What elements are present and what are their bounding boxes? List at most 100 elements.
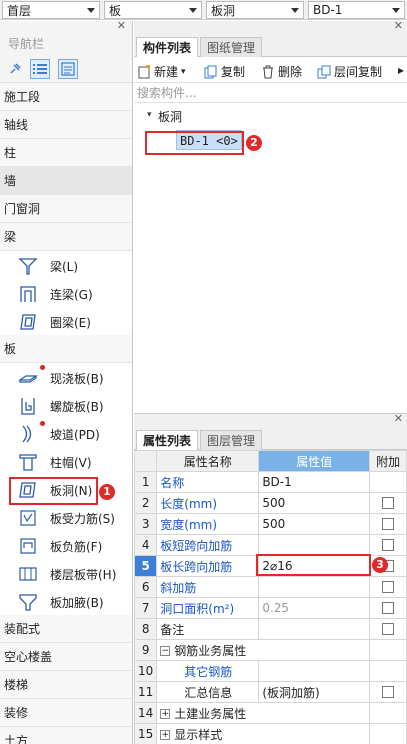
search-input[interactable]: 搜索构件... (134, 83, 407, 103)
property-value[interactable]: 500 (258, 513, 371, 535)
tree-root[interactable]: 板洞 (158, 108, 182, 125)
header-index (133, 450, 158, 472)
nav-toolbar (0, 55, 132, 83)
nav-item-slab-rebar[interactable]: 板受力筋(S) (0, 503, 132, 531)
property-row[interactable]: 2 长度(mm) 500 (133, 492, 407, 514)
nav-item-beam[interactable]: 梁(L) (0, 251, 132, 279)
nav-category[interactable]: 土方 (0, 727, 132, 744)
type-select[interactable]: 板洞 (206, 1, 304, 19)
close-icon[interactable]: ✕ (394, 412, 403, 425)
component-tabs: 构件列表 图纸管理 (134, 35, 407, 57)
component-select-value: BD-1 (313, 3, 343, 17)
property-value[interactable] (258, 576, 371, 598)
nav-item-ramp[interactable]: 坡道(PD) (0, 419, 132, 447)
nav-item-spiral-slab[interactable]: 螺旋板(B) (0, 391, 132, 419)
expand-icon[interactable]: + (160, 730, 171, 740)
property-row[interactable]: 8 备注 (133, 618, 407, 640)
checkbox[interactable] (382, 686, 395, 698)
expand-icon[interactable]: + (160, 709, 171, 719)
navigation-panel: ✕ 导航栏 施工段 轴线 柱 墙 门窗洞 梁 梁(L) 连梁(G) 圈梁(E) … (0, 21, 133, 744)
close-icon[interactable]: ✕ (117, 21, 126, 32)
nav-category[interactable]: 空心楼盖 (0, 643, 132, 671)
nav-category[interactable]: 梁 (0, 223, 132, 251)
tab-layer-manage[interactable]: 图层管理 (200, 430, 263, 450)
nav-category[interactable]: 装修 (0, 699, 132, 727)
property-row[interactable]: 6 斜加筋 (133, 576, 407, 598)
property-row[interactable]: 9− 钢筋业务属性 (133, 639, 407, 661)
nav-category[interactable]: 板 (0, 335, 132, 363)
property-value[interactable] (258, 618, 371, 640)
nav-item-haunch[interactable]: 板加腋(B) (0, 587, 132, 615)
property-row[interactable]: 10 其它钢筋 (133, 660, 407, 682)
checkbox[interactable] (382, 497, 395, 509)
nav-item-label: 梁(L) (50, 260, 79, 274)
extra-cell (369, 513, 407, 535)
property-row[interactable]: 7 洞口面积(m²) 0.25 (133, 597, 407, 619)
tab-drawing-manage[interactable]: 图纸管理 (200, 37, 263, 57)
floor-copy-button[interactable]: 层间复制 (317, 63, 382, 80)
property-value[interactable] (258, 660, 371, 682)
nav-item-cast-slab[interactable]: 现浇板(B) (0, 363, 132, 391)
property-value[interactable] (258, 534, 371, 556)
nav-item-column-cap[interactable]: 柱帽(V) (0, 447, 132, 475)
detail-view-icon[interactable] (58, 59, 78, 79)
property-row[interactable]: 3 宽度(mm) 500 (133, 513, 407, 535)
property-row[interactable]: 1 名称 BD-1 (133, 471, 407, 493)
delete-button[interactable]: 删除 (261, 63, 302, 80)
property-value[interactable]: BD-1 (258, 471, 371, 493)
checkbox[interactable] (382, 602, 395, 614)
close-icon[interactable]: ✕ (394, 19, 403, 32)
nav-category[interactable]: 柱 (0, 139, 132, 167)
chevron-down-icon: ▾ (181, 66, 186, 77)
nav-category[interactable]: 施工段 (0, 83, 132, 111)
nav-category[interactable]: 装配式 (0, 615, 132, 643)
new-button[interactable]: 新建 ▾ (137, 63, 186, 80)
extra-cell (369, 660, 407, 682)
property-value[interactable]: (板洞加筋) (258, 681, 371, 703)
spiral-slab-icon (18, 396, 38, 416)
checkbox[interactable] (382, 539, 395, 551)
nav-item-neg-rebar[interactable]: 板负筋(F) (0, 531, 132, 559)
checkbox[interactable] (382, 581, 395, 593)
beam-icon (18, 256, 38, 276)
list-view-icon[interactable] (30, 59, 50, 79)
nav-item-link-beam[interactable]: 连梁(G) (0, 279, 132, 307)
property-row[interactable]: 4 板短跨向加筋 (133, 534, 407, 556)
nav-category[interactable]: 楼梯 (0, 671, 132, 699)
checkbox[interactable] (382, 623, 395, 635)
ramp-icon (18, 424, 38, 444)
component-select[interactable]: BD-1 (308, 1, 405, 19)
tab-component-list[interactable]: 构件列表 (136, 37, 199, 57)
nav-item-slab-band[interactable]: 楼层板带(H) (0, 559, 132, 587)
nav-item-label: 现浇板(B) (50, 372, 104, 386)
chevron-down-icon (189, 8, 197, 13)
nav-category[interactable]: 轴线 (0, 111, 132, 139)
floor-select-value: 首层 (7, 3, 32, 18)
nav-close-bar: ✕ (0, 21, 132, 33)
copy-button[interactable]: 复制 (204, 63, 245, 80)
link-beam-icon (18, 284, 38, 304)
delete-button-label: 删除 (278, 65, 303, 79)
property-tabs: 属性列表 图层管理 (134, 428, 407, 450)
row-index: 3 (133, 513, 158, 535)
collapse-icon[interactable]: − (160, 646, 171, 656)
property-name: + 土建业务属性 (156, 702, 371, 724)
property-label: 板长跨向加筋 (160, 559, 233, 574)
category-select[interactable]: 板 (104, 1, 202, 19)
row-index: 1 (133, 471, 158, 493)
property-value[interactable]: 0.25 (258, 597, 371, 619)
checkbox[interactable] (382, 518, 395, 530)
nav-category[interactable]: 墙 (0, 167, 132, 195)
tab-property-list[interactable]: 属性列表 (136, 430, 199, 450)
pin-icon[interactable] (5, 59, 25, 79)
property-label: 其它钢筋 (184, 664, 233, 679)
collapse-arrow-icon[interactable]: ▾ (147, 110, 152, 120)
property-row[interactable]: 14 + 土建业务属性 (133, 702, 407, 724)
property-value[interactable]: 500 (258, 492, 371, 514)
nav-category[interactable]: 门窗洞 (0, 195, 132, 223)
property-row[interactable]: 15 + 显示样式 (133, 723, 407, 744)
nav-item-ring-beam[interactable]: 圈梁(E) (0, 307, 132, 335)
more-arrow-icon[interactable]: ▸ (398, 63, 404, 77)
floor-select[interactable]: 首层 (2, 1, 100, 19)
property-row[interactable]: 11 汇总信息 (板洞加筋) (133, 681, 407, 703)
